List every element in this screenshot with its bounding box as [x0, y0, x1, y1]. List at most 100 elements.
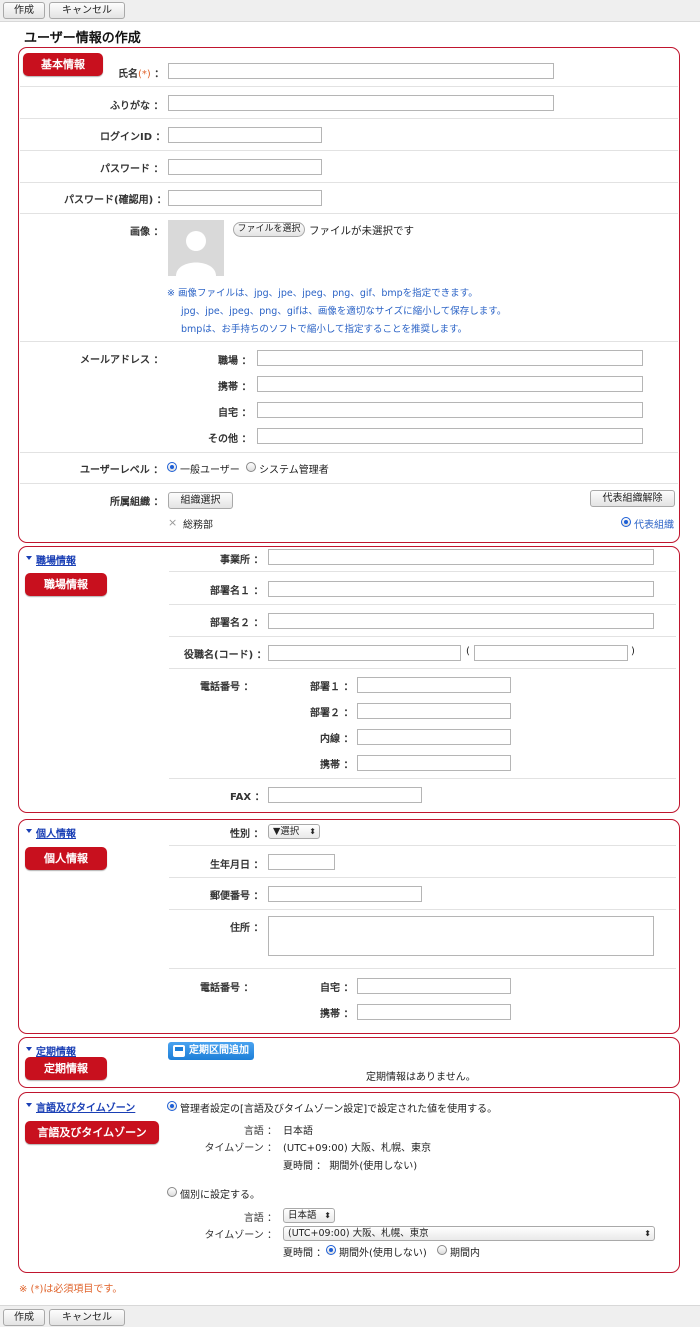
divider: [20, 118, 678, 119]
org-representative-radio[interactable]: [621, 517, 631, 527]
job-title-input[interactable]: [268, 645, 461, 661]
lang-value: 日本語: [283, 1126, 313, 1137]
paren-open: (: [466, 646, 470, 657]
cancel-button-bottom[interactable]: キャンセル: [49, 1309, 125, 1326]
mail-mobile-input[interactable]: [257, 376, 643, 392]
dst-off-label: 期間外(使用しない): [339, 1248, 427, 1259]
mail-other-input[interactable]: [257, 428, 643, 444]
tz-label: タイムゾーン ：: [204, 1143, 278, 1154]
divider: [20, 182, 678, 183]
fax-input[interactable]: [268, 787, 422, 803]
lang-select[interactable]: 日本語 ⬍: [283, 1208, 335, 1223]
remove-icon[interactable]: ×: [168, 516, 177, 529]
image-note-1: ※ 画像ファイルは、jpg、jpe、jpeg、png、gif、bmpを指定できま…: [167, 288, 478, 299]
divider: [169, 668, 676, 669]
commute-info-frame: [18, 1037, 680, 1088]
train-icon: [173, 1045, 185, 1057]
password-confirm-input[interactable]: [168, 190, 322, 206]
mail-home-label: 自宅 ：: [218, 408, 252, 419]
level-general-label: 一般ユーザー: [180, 465, 240, 476]
job-code-input[interactable]: [474, 645, 628, 661]
personal-info-badge: 個人情報: [25, 847, 107, 870]
bottom-toolbar: 作成 キャンセル: [0, 1305, 700, 1327]
kana-label: ふりがな ：: [110, 101, 164, 112]
zip-input[interactable]: [268, 886, 422, 902]
tz-value: (UTC+09:00) 大阪、札幌、東京: [283, 1143, 432, 1154]
divider: [20, 213, 678, 214]
office-input[interactable]: [268, 549, 654, 565]
collapse-triangle-icon[interactable]: [26, 829, 32, 833]
work-phone-label: 電話番号 ：: [200, 682, 254, 693]
org-release-button[interactable]: 代表組織解除: [590, 490, 675, 507]
org-label: 所属組織 ：: [110, 497, 164, 508]
work-info-badge: 職場情報: [25, 573, 107, 596]
level-general-radio[interactable]: [167, 462, 177, 472]
locale-link[interactable]: 言語及びタイムゾーン: [36, 1099, 135, 1114]
fax-label: FAX ：: [230, 792, 265, 803]
phone-dept2-input[interactable]: [357, 703, 511, 719]
dept1-input[interactable]: [268, 581, 654, 597]
file-select-button[interactable]: ファイルを選択: [233, 222, 305, 237]
commute-info-badge: 定期情報: [25, 1057, 107, 1080]
collapse-triangle-icon[interactable]: [26, 1047, 32, 1051]
office-label: 事業所 ：: [220, 555, 264, 566]
phone-mobile-label: 携帯 ：: [320, 760, 354, 771]
phone-ext-input[interactable]: [357, 729, 511, 745]
work-info-link[interactable]: 職場情報: [36, 552, 76, 567]
mail-home-input[interactable]: [257, 402, 643, 418]
collapse-triangle-icon[interactable]: [26, 1103, 32, 1107]
level-admin-radio[interactable]: [246, 462, 256, 472]
gender-label: 性別 ：: [230, 829, 264, 840]
updown-arrow-icon: ⬍: [309, 827, 316, 836]
phone-dept1-input[interactable]: [357, 677, 511, 693]
divider: [169, 604, 676, 605]
locale-admin-label: 管理者設定の[言語及びタイムゾーン設定]で設定された値を使用する。: [180, 1104, 498, 1115]
name-label: 氏名(*) ：: [118, 69, 165, 80]
org-select-button[interactable]: 組織選択: [168, 492, 233, 509]
paren-close: ): [631, 646, 635, 657]
create-button-top[interactable]: 作成: [3, 2, 45, 19]
mail-mobile-label: 携帯 ：: [218, 382, 252, 393]
create-button-bottom[interactable]: 作成: [3, 1309, 45, 1326]
dst-on-radio[interactable]: [437, 1245, 447, 1255]
kana-input[interactable]: [168, 95, 554, 111]
basic-info-badge: 基本情報: [23, 53, 103, 76]
phone-mobile-input[interactable]: [357, 755, 511, 771]
level-admin-label: システム管理者: [259, 465, 329, 476]
cancel-button-top[interactable]: キャンセル: [49, 2, 125, 19]
birthday-input[interactable]: [268, 854, 335, 870]
personal-info-link[interactable]: 個人情報: [36, 825, 76, 840]
gender-select[interactable]: ▼選択 ⬍: [268, 824, 320, 839]
tz-select[interactable]: (UTC+09:00) 大阪、札幌、東京 ⬍: [283, 1226, 655, 1241]
image-label: 画像 ：: [130, 227, 164, 238]
personal-phone-label: 電話番号 ：: [200, 983, 254, 994]
login-id-input[interactable]: [168, 127, 322, 143]
password-input[interactable]: [168, 159, 322, 175]
locale-admin-radio[interactable]: [167, 1101, 177, 1111]
address-textarea[interactable]: [268, 916, 654, 956]
divider: [20, 86, 678, 87]
locale-individual-radio[interactable]: [167, 1187, 177, 1197]
personal-mobile-label: 携帯 ：: [320, 1009, 354, 1020]
personal-mobile-input[interactable]: [357, 1004, 511, 1020]
user-level-label: ユーザーレベル ：: [80, 465, 164, 476]
name-input[interactable]: [168, 63, 554, 79]
phone-dept1-label: 部署１ ：: [310, 682, 354, 693]
avatar-placeholder-icon: [168, 220, 224, 276]
phone-ext-label: 内線 ：: [320, 734, 354, 745]
tz-select-label: タイムゾーン ：: [204, 1230, 278, 1241]
updown-arrow-icon: ⬍: [644, 1229, 651, 1238]
commute-info-link[interactable]: 定期情報: [36, 1043, 76, 1058]
add-commute-button[interactable]: 定期区間追加: [168, 1042, 254, 1060]
phone-home-input[interactable]: [357, 978, 511, 994]
address-label: 住所 ：: [230, 923, 264, 934]
divider: [20, 452, 678, 453]
zip-label: 郵便番号 ：: [210, 891, 264, 902]
dept2-input[interactable]: [268, 613, 654, 629]
divider: [169, 571, 676, 572]
divider: [169, 968, 676, 969]
mail-work-input[interactable]: [257, 350, 643, 366]
dst-off-radio[interactable]: [326, 1245, 336, 1255]
phone-home-label: 自宅 ：: [320, 983, 354, 994]
collapse-triangle-icon[interactable]: [26, 556, 32, 560]
